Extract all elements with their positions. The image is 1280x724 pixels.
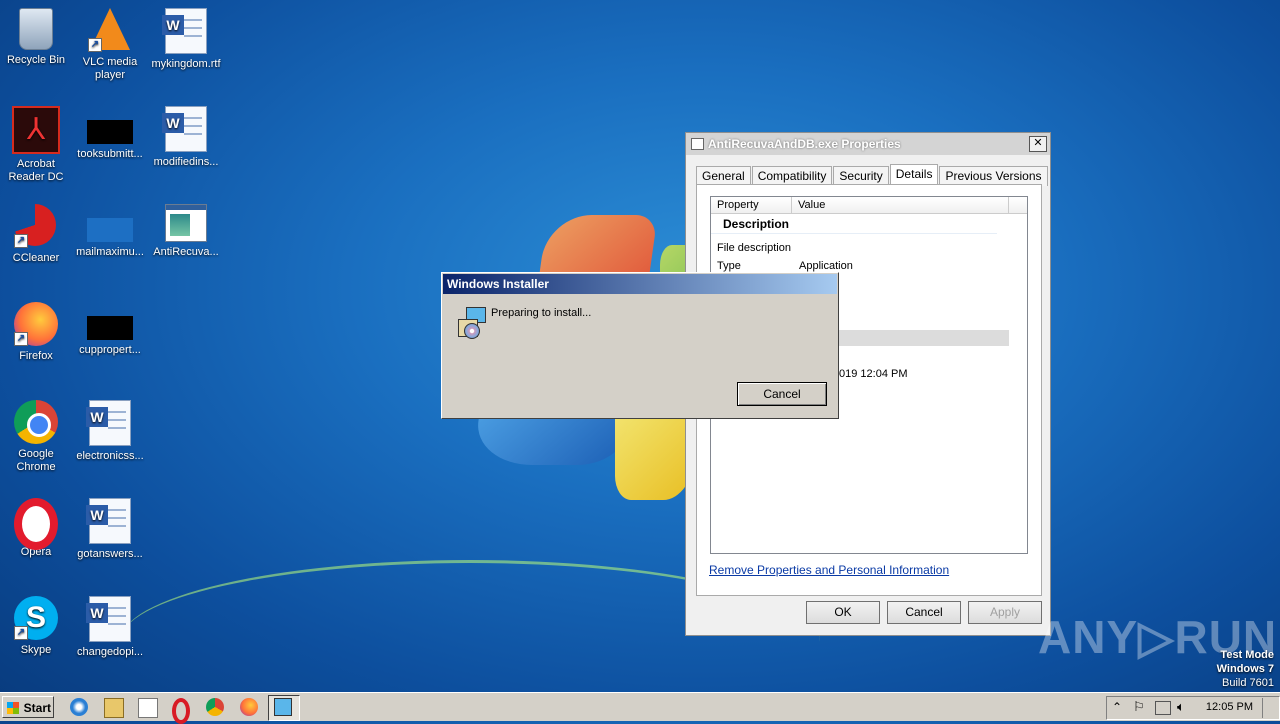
taskbar-item-installer[interactable] bbox=[268, 695, 300, 721]
tab-general[interactable]: General bbox=[696, 166, 751, 186]
desktop-icon-tooksubmitt[interactable]: tooksubmitt... bbox=[74, 106, 146, 161]
application-icon bbox=[165, 204, 207, 242]
desktop-icon-chrome[interactable]: Google Chrome bbox=[0, 400, 72, 474]
desktop-icon-gotanswers[interactable]: W gotanswers... bbox=[74, 498, 146, 561]
installer-icon bbox=[274, 698, 292, 716]
desktop-icon-electronicss[interactable]: W electronicss... bbox=[74, 400, 146, 463]
list-item[interactable]: 019 12:04 PM bbox=[839, 368, 908, 380]
tab-security[interactable]: Security bbox=[833, 166, 889, 186]
start-button[interactable]: Start bbox=[2, 696, 54, 718]
chrome-icon[interactable] bbox=[206, 698, 224, 716]
show-desktop-button[interactable] bbox=[1262, 698, 1277, 718]
cancel-button[interactable]: Cancel bbox=[887, 601, 961, 624]
properties-titlebar[interactable]: AntiRecuvaAndDB.exe Properties ✕ bbox=[686, 133, 1050, 155]
network-icon[interactable] bbox=[1155, 701, 1171, 715]
word-document-icon: W bbox=[86, 498, 131, 544]
opera-icon[interactable] bbox=[172, 698, 190, 724]
ok-button[interactable]: OK bbox=[806, 601, 880, 624]
chevron-up-icon[interactable]: ⌃ bbox=[1112, 700, 1122, 714]
skype-icon: S ↗ bbox=[14, 596, 58, 640]
tab-previous-versions[interactable]: Previous Versions bbox=[939, 166, 1048, 186]
installer-cancel-button[interactable]: Cancel bbox=[737, 382, 827, 406]
word-document-icon: W bbox=[86, 596, 131, 642]
installer-titlebar[interactable]: Windows Installer bbox=[443, 274, 837, 294]
installer-message: Preparing to install... bbox=[491, 307, 592, 319]
remove-properties-link[interactable]: Remove Properties and Personal Informati… bbox=[709, 563, 949, 577]
media-player-icon[interactable] bbox=[138, 698, 158, 718]
property-value: 019 12:04 PM bbox=[839, 368, 908, 380]
file-icon bbox=[87, 218, 133, 242]
desktop-icon-firefox[interactable]: ↗ Firefox bbox=[0, 302, 72, 363]
window-icon bbox=[691, 138, 704, 150]
properties-tabs: General Compatibility Security Details P… bbox=[696, 164, 1049, 187]
list-item[interactable]: Type Application bbox=[717, 260, 853, 272]
taskbar: Start ⌃ ⚐ 🔈︎ 12:05 PM bbox=[0, 692, 1280, 724]
close-button[interactable]: ✕ bbox=[1029, 136, 1047, 152]
desktop-icon-skype[interactable]: S ↗ Skype bbox=[0, 596, 72, 657]
property-value: Application bbox=[799, 260, 853, 272]
property-name: Type bbox=[717, 260, 741, 272]
clock[interactable]: 12:05 PM bbox=[1206, 701, 1253, 713]
group-description: Description bbox=[711, 214, 997, 234]
desktop-icon-acrobat[interactable]: ⅄ Acrobat Reader DC bbox=[0, 106, 72, 184]
firefox-icon[interactable] bbox=[240, 698, 258, 716]
desktop-icon-cuppropert[interactable]: cuppropert... bbox=[74, 302, 146, 357]
system-tray: ⌃ ⚐ 🔈︎ 12:05 PM bbox=[1106, 696, 1280, 720]
tab-compatibility[interactable]: Compatibility bbox=[751, 166, 833, 186]
desktop-icon-vlc[interactable]: ↗ VLC media player bbox=[74, 8, 146, 82]
opera-icon bbox=[14, 498, 58, 550]
desktop-icon-ccleaner[interactable]: ↗ CCleaner bbox=[0, 204, 72, 265]
word-document-icon: W bbox=[162, 106, 207, 152]
volume-icon[interactable]: 🔈︎ bbox=[1177, 699, 1185, 715]
test-mode-notice: Test Mode Windows 7 Build 7601 bbox=[1216, 649, 1274, 689]
recycle-bin-icon bbox=[19, 8, 53, 50]
firefox-icon: ↗ bbox=[14, 302, 58, 346]
column-property[interactable]: Property bbox=[711, 197, 792, 213]
desktop-icon-mailmaximu[interactable]: mailmaximu... bbox=[74, 204, 146, 259]
word-document-icon: W bbox=[86, 400, 131, 446]
desktop-icon-antirecuva[interactable]: AntiRecuva... bbox=[150, 204, 222, 259]
properties-title: AntiRecuvaAndDB.exe Properties bbox=[708, 137, 901, 151]
file-icon bbox=[87, 120, 133, 144]
file-icon bbox=[87, 316, 133, 340]
windows-flag-icon bbox=[7, 702, 19, 714]
explorer-folder-icon[interactable] bbox=[104, 698, 124, 718]
desktop-icon-changedopi[interactable]: W changedopi... bbox=[74, 596, 146, 659]
installer-icon bbox=[456, 307, 486, 339]
column-value[interactable]: Value bbox=[792, 197, 1009, 213]
desktop-icon-opera[interactable]: Opera bbox=[0, 498, 72, 559]
word-document-icon: W bbox=[162, 8, 207, 54]
apply-button[interactable]: Apply bbox=[968, 601, 1042, 624]
chrome-icon bbox=[14, 400, 58, 444]
desktop-icon-mykingdom[interactable]: W mykingdom.rtf bbox=[150, 8, 222, 71]
list-item[interactable]: File description bbox=[717, 242, 799, 254]
list-header: Property Value bbox=[711, 197, 1027, 214]
property-name: File description bbox=[717, 242, 791, 254]
desktop-icon-modifiedins[interactable]: W modifiedins... bbox=[150, 106, 222, 169]
desktop-icon-recycle-bin[interactable]: Recycle Bin bbox=[0, 8, 72, 67]
flag-icon[interactable]: ⚐ bbox=[1133, 699, 1145, 715]
internet-explorer-icon[interactable] bbox=[70, 698, 88, 716]
acrobat-icon: ⅄ bbox=[12, 106, 60, 154]
windows-installer-dialog: Windows Installer Preparing to install..… bbox=[441, 272, 839, 419]
